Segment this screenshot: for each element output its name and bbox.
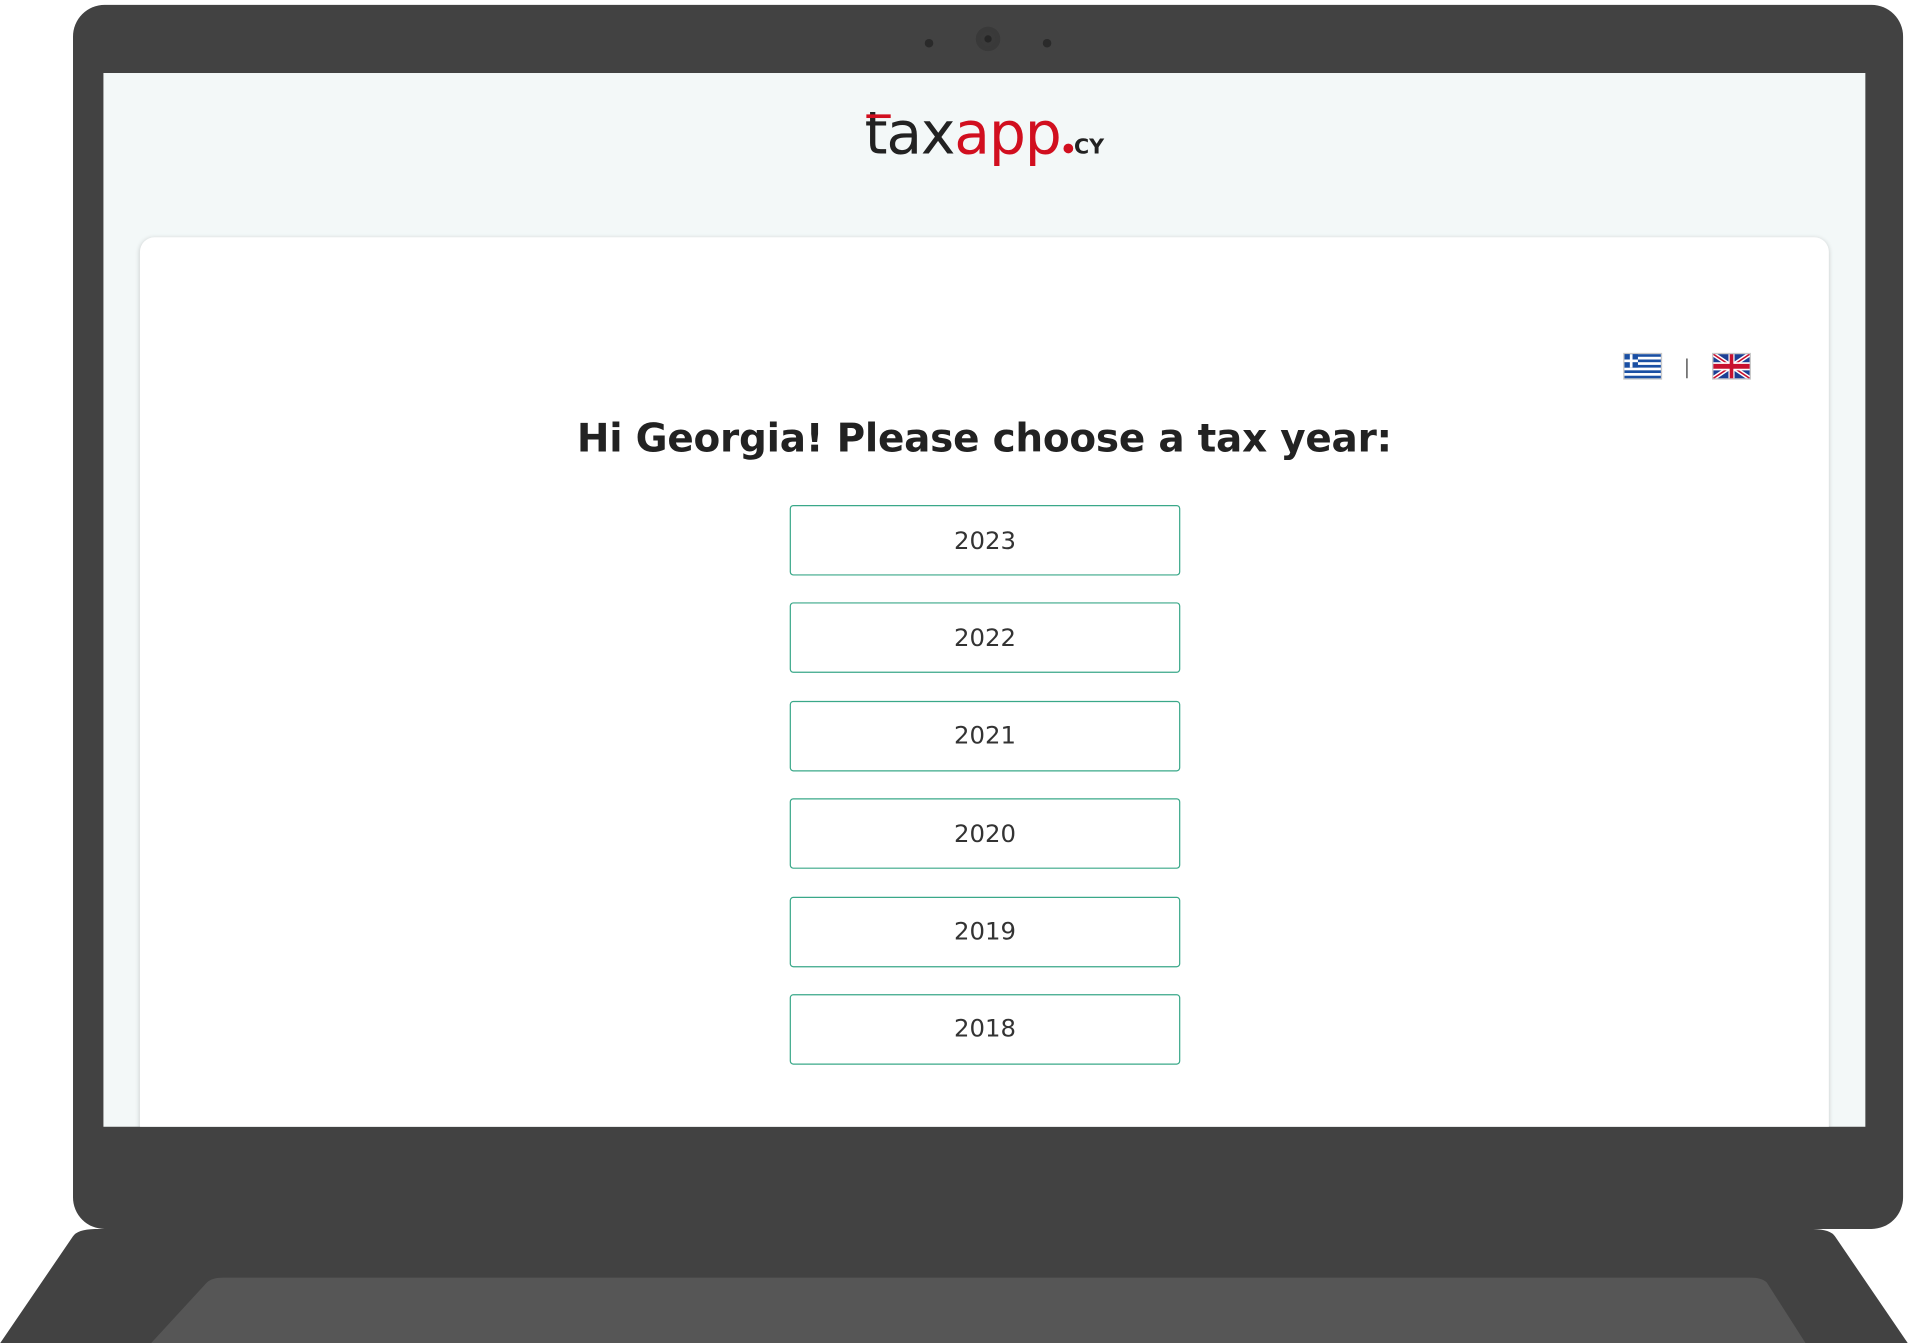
language-switcher: | [1622, 352, 1751, 380]
tax-year-button-2022[interactable]: 2022 [789, 602, 1181, 674]
greek-flag-icon[interactable] [1622, 352, 1662, 380]
tax-year-list: 2023 2022 2021 2020 2019 2018 [789, 504, 1181, 1092]
camera-sensor-left [924, 38, 934, 48]
uk-flag-icon[interactable] [1712, 352, 1751, 380]
tax-year-card: | Hi Georgia! Please choose a tax year: … [139, 237, 1829, 1127]
language-separator: | [1683, 354, 1691, 378]
tax-year-button-2020[interactable]: 2020 [789, 798, 1181, 870]
camera-sensor-right [1042, 38, 1052, 48]
laptop-mockup: taxapp CY | Hi Georgia! Please choose a … [0, 0, 1908, 1343]
logo-app: app [954, 99, 1062, 168]
tax-year-button-2018[interactable]: 2018 [789, 994, 1181, 1065]
logo-t: t [864, 99, 888, 168]
tax-year-button-2021[interactable]: 2021 [789, 700, 1181, 772]
laptop-base [0, 1228, 1908, 1343]
tax-year-button-2023[interactable]: 2023 [789, 504, 1181, 576]
taxapp-logo[interactable]: taxapp CY [103, 97, 1865, 183]
browser-screen: taxapp CY | Hi Georgia! Please choose a … [103, 73, 1866, 1127]
logo-cy: CY [1073, 135, 1105, 160]
logo-ax: ax [886, 99, 955, 168]
tax-year-button-2019[interactable]: 2019 [789, 896, 1181, 967]
webcam-icon [975, 26, 1001, 52]
page-title: Hi Georgia! Please choose a tax year: [576, 414, 1392, 462]
logo-dot [1063, 143, 1073, 154]
